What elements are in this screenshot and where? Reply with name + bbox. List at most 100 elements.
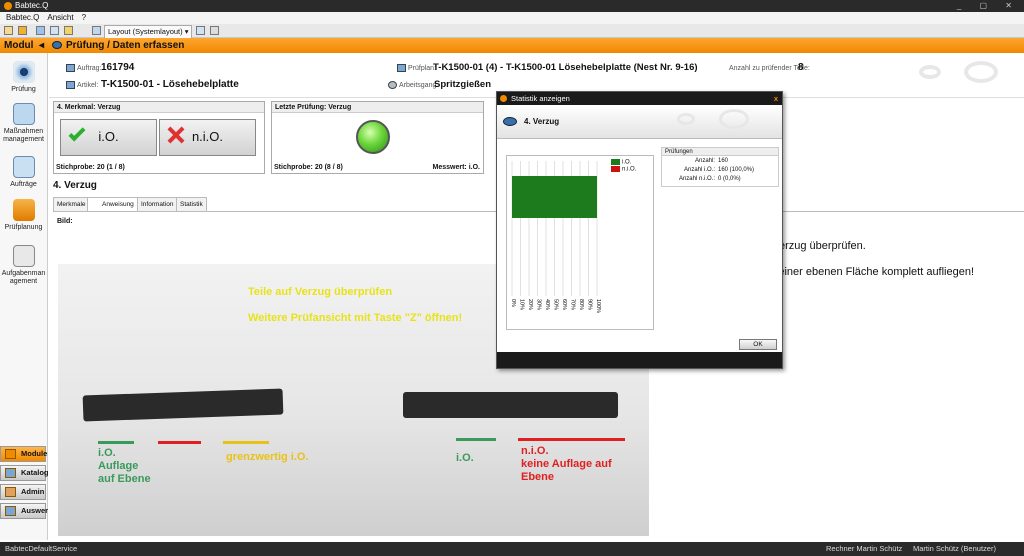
sidebar-item-pruefung[interactable]: Prüfung — [0, 61, 47, 93]
legend-io-swatch — [611, 159, 620, 165]
auswertung-label: Auswer — [21, 506, 49, 515]
eye-watermark-icon — [964, 61, 998, 83]
eye-icon — [52, 41, 62, 49]
dialog-title: Statistik anzeigen — [511, 94, 570, 103]
stichprobe-label: Stichprobe: 20 (1 / 8) — [56, 164, 125, 171]
menu-help[interactable]: ? — [82, 13, 86, 22]
collapse-icon[interactable]: ◂ — [39, 38, 44, 53]
tab-merkmale[interactable]: Merkmale — [53, 197, 90, 211]
module-button[interactable]: Module — [0, 446, 47, 462]
app-title: Babtec.Q — [15, 1, 49, 10]
nio-button[interactable]: n.i.O. — [159, 119, 256, 156]
legend-nio-label: n.i.O. — [622, 166, 637, 173]
status-lamp-icon — [356, 120, 390, 154]
photo-left-label: i.O. Auflage auf Ebene — [98, 447, 151, 486]
dialog-titlebar: Statistik anzeigen x — [497, 92, 782, 105]
modul-header[interactable]: Modul ◂ — [0, 38, 48, 53]
tab-statistik[interactable]: Statistik — [176, 197, 207, 211]
katalog-button[interactable]: Katalog — [0, 465, 49, 481]
stats-io-label: Anzahl i.O.: — [683, 167, 715, 173]
stats-anzahl-label: Anzahl: — [694, 158, 715, 164]
layout-icon[interactable] — [92, 26, 101, 35]
page-title: Prüfung / Daten erfassen — [66, 40, 185, 51]
nio-label: n.i.O. — [191, 129, 224, 144]
status-user: Martin Schütz (Benutzer) — [913, 544, 996, 553]
sidebar-item-aufgaben[interactable]: Aufgabenmanagement — [0, 245, 47, 286]
title-bar: Babtec.Q _ ▢ ✕ — [0, 0, 1024, 12]
admin-icon — [5, 487, 16, 497]
forward-icon[interactable] — [50, 26, 59, 35]
x-tick-label: 30% — [536, 299, 542, 310]
arbeitsgang-value: Spritzgießen — [434, 79, 492, 90]
grenzwertig-label: grenzwertig i.O. — [226, 451, 309, 463]
messwert-label: Messwert: i.O. — [432, 164, 480, 171]
tab-information[interactable]: Information — [137, 197, 178, 211]
app-window: Babtec.Q _ ▢ ✕ Babtec.Q Ansicht? Layout (S… — [0, 0, 1024, 556]
pruefplan-label: Prüfplan: — [408, 65, 437, 72]
sidebar-item-pruefplanung[interactable]: Prüfplanung — [0, 199, 47, 231]
pruefplan-value: T-K1500-01 (4) - T-K1500-01 Lösehebelpla… — [433, 62, 698, 73]
menu-bar: Babtec.Q Ansicht? — [0, 12, 1024, 24]
dialog-header: 4. Verzug — [497, 105, 782, 139]
sidebar-item-label: Prüfung — [11, 86, 36, 93]
x-tick-label: 20% — [527, 299, 533, 310]
toolbar-icon-1[interactable] — [4, 26, 13, 35]
toolbar-icon-2[interactable] — [18, 26, 27, 35]
instruction-line2: auf einer ebenen Fläche komplett auflieg… — [760, 266, 975, 278]
katalog-icon — [5, 468, 16, 478]
underline-green-right — [456, 438, 496, 441]
pruefplan-icon — [397, 64, 406, 72]
modul-label: Modul — [4, 40, 34, 51]
photo-right-label: n.i.O. keine Auflage auf Ebene — [521, 445, 612, 484]
app-logo-icon — [4, 1, 12, 10]
artikel-value: T-K1500-01 - Lösehebelplatte — [101, 79, 239, 90]
tab-anweisung-label: Anweisung — [102, 201, 134, 208]
print-icon[interactable] — [210, 26, 219, 35]
left-ebene: auf Ebene — [98, 473, 151, 485]
letzte-pruefung-panel: Letzte Prüfung: Verzug Stichprobe: 20 (8… — [271, 101, 484, 174]
left-auflage: Auflage — [98, 460, 139, 472]
x-tick-label: 10% — [519, 299, 525, 310]
sidebar: Prüfung Maßnahmenmanagement Aufträge Prü… — [0, 53, 49, 540]
stats-header: Prüfungen — [662, 148, 778, 156]
auftrag-label: Auftrag: — [77, 65, 102, 72]
eye-watermark-icon — [919, 65, 941, 79]
bild-label: Bild: — [57, 218, 73, 225]
menu-babtec[interactable]: Babtec.Q — [6, 13, 39, 22]
x-tick-label: 40% — [544, 299, 550, 310]
tab-anweisung[interactable]: Anweisung — [87, 197, 138, 211]
auswertung-button[interactable]: Auswer — [0, 503, 49, 519]
sidebar-item-massnahmen[interactable]: Maßnahmenmanagement — [0, 103, 47, 144]
pruefungen-box: Prüfungen Anzahl: 160 Anzahl i.O.: 160 (10… — [661, 147, 779, 187]
statistik-chart: 0% 10% 20% 30% 40% 50% 60% 70% 80% 90% 100% — [506, 155, 654, 330]
eye-icon — [12, 61, 35, 83]
planning-icon — [12, 199, 35, 221]
left-io: i.O. — [98, 447, 116, 459]
status-bar: BabtecDefaultService Rechner Martin Schü… — [0, 542, 1024, 556]
auswertung-icon — [5, 506, 16, 516]
ok-button[interactable]: OK — [739, 339, 777, 350]
orders-icon — [12, 156, 35, 178]
app-logo-icon — [500, 95, 507, 102]
menu-ansicht[interactable]: Ansicht — [47, 13, 73, 22]
dialog-footer — [497, 352, 782, 368]
x-tick-label: 50% — [553, 299, 559, 310]
layout-dropdown[interactable]: Layout (Systemlayout) ▾ — [104, 25, 193, 39]
window-controls[interactable]: _ ▢ ✕ — [957, 0, 1020, 12]
sidebar-item-auftraege[interactable]: Aufträge — [0, 156, 47, 188]
module-bar: Modul ◂ Prüfung / Daten erfassen — [0, 38, 1024, 53]
anzahl-value: 8 — [798, 62, 804, 73]
io-button[interactable]: i.O. — [60, 119, 157, 156]
letzte-stichprobe: Stichprobe: 20 (8 / 8) — [274, 164, 343, 171]
legend-io-label: i.O. — [622, 159, 632, 166]
chart-svg: 0% 10% 20% 30% 40% 50% 60% 70% 80% 90% 100% — [510, 161, 601, 313]
tasks-icon — [12, 245, 35, 267]
home-icon[interactable] — [64, 26, 73, 35]
admin-button[interactable]: Admin — [0, 484, 46, 500]
dialog-close-button[interactable]: x — [774, 92, 778, 105]
back-icon[interactable] — [36, 26, 45, 35]
eye-watermark-icon — [719, 109, 749, 129]
underline-red-left — [158, 441, 201, 444]
save-layout-icon[interactable] — [196, 26, 205, 35]
part-right — [403, 392, 618, 418]
